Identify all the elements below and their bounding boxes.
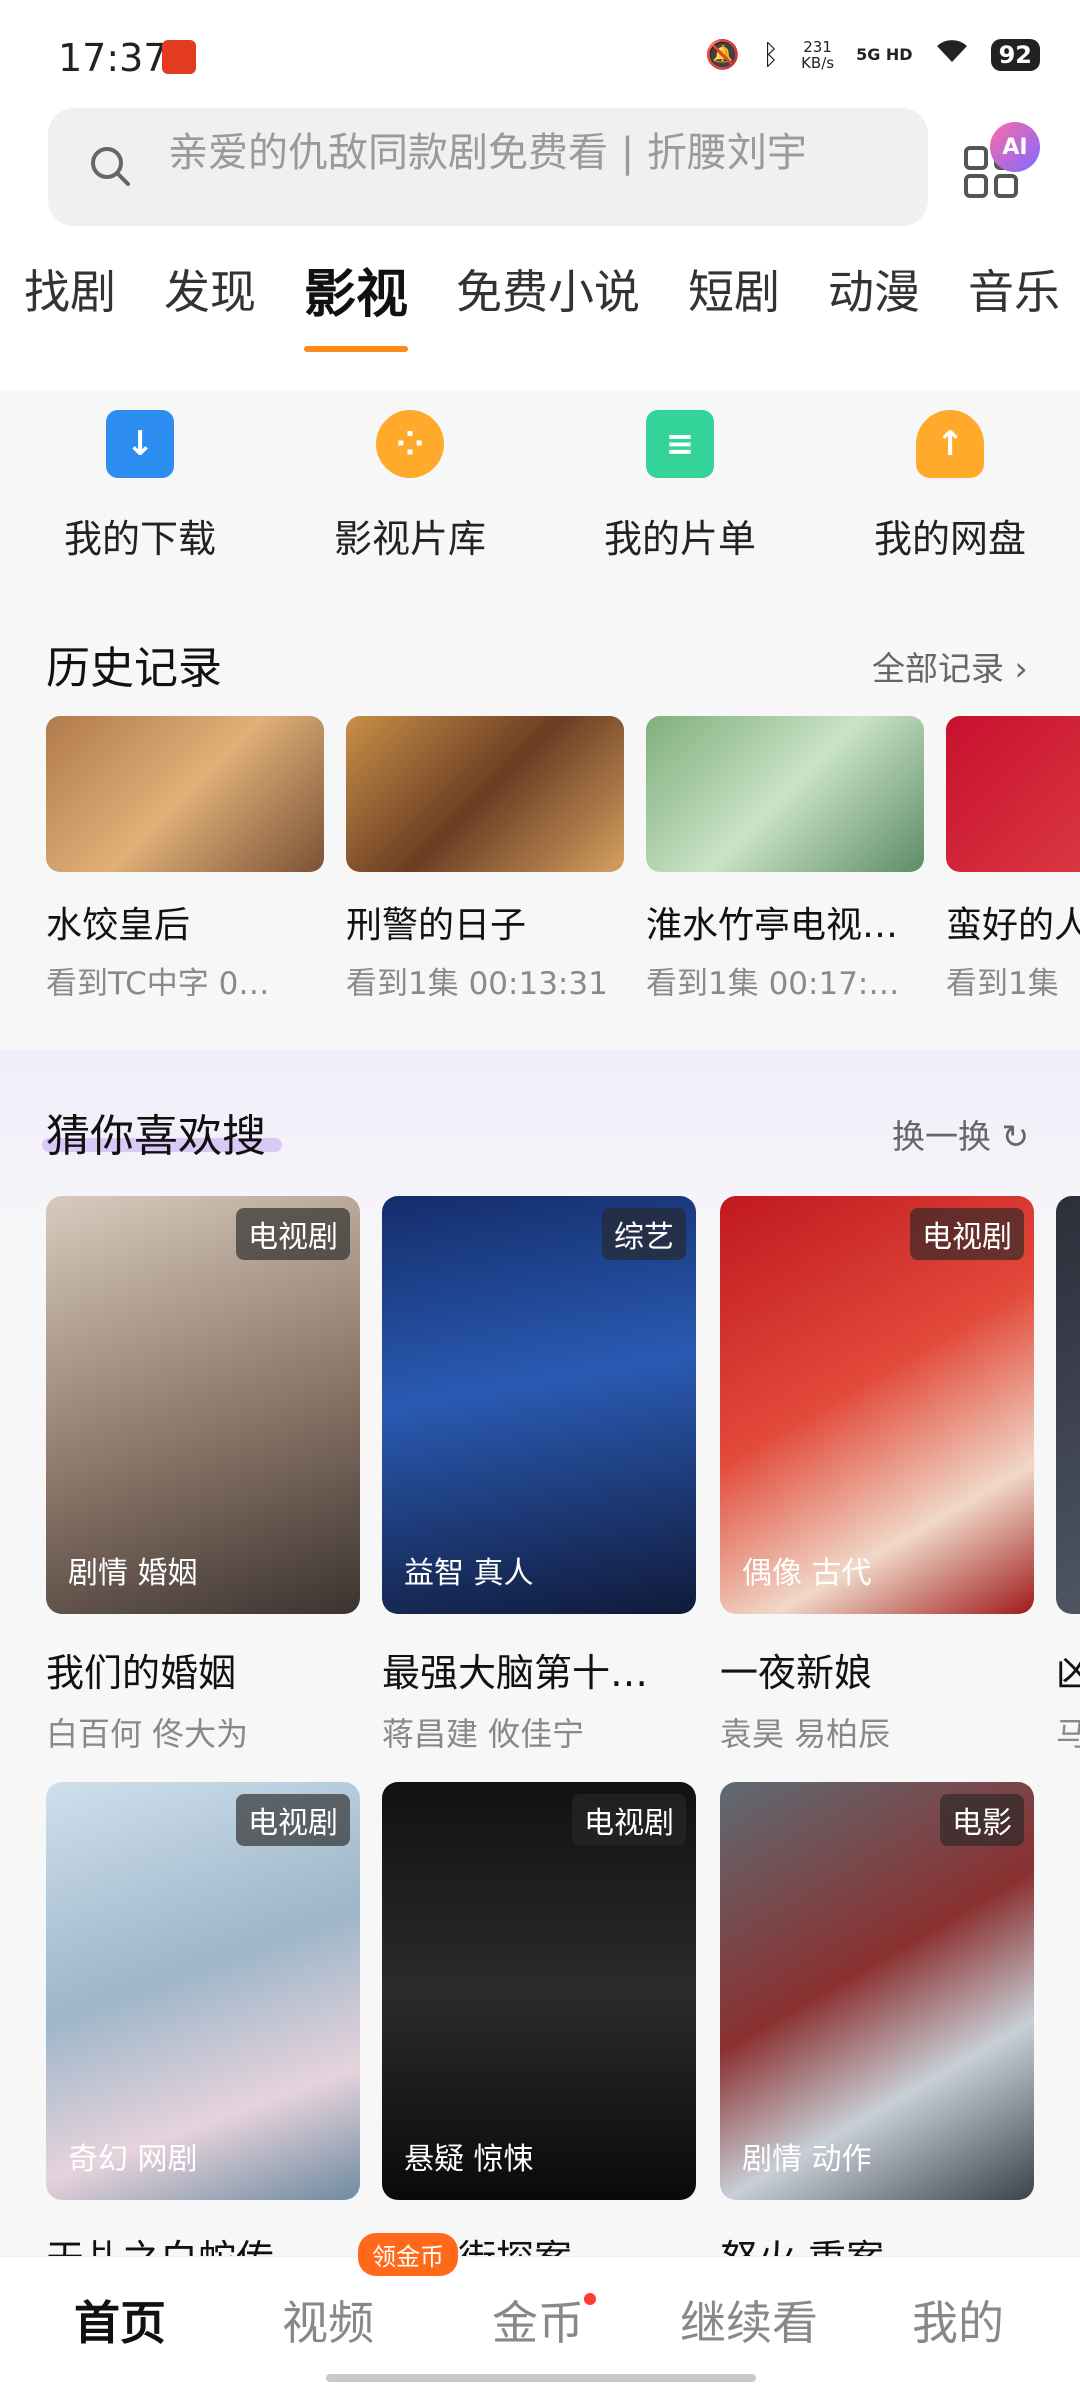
- bottom-navigation: 首页 视频 领金币 金币 继续看 我的: [0, 2233, 1080, 2388]
- nav-video[interactable]: 视频: [282, 2287, 374, 2353]
- ai-badge[interactable]: AI: [990, 122, 1040, 172]
- refresh-icon: ↻: [1001, 1117, 1030, 1156]
- nav-home[interactable]: 首页: [74, 2287, 166, 2353]
- search-placeholder: 亲爱的仇敌同款剧免费看 | 折腰刘宇: [168, 130, 807, 176]
- media-card[interactable]: 电视剧 悬疑 惊悚 唐人街探案: [382, 1782, 696, 2256]
- history-thumbnail: [346, 716, 624, 872]
- nav-me[interactable]: 我的: [912, 2287, 1004, 2353]
- history-list: 水饺皇后 看到TC中字 0… 刑警的日子 看到1集 00:13:31 淮水竹亭电…: [46, 716, 1080, 996]
- download-icon: ↓: [106, 410, 174, 478]
- history-item[interactable]: 淮水竹亭电视… 看到1集 00:17:…: [646, 716, 924, 996]
- media-card[interactable]: 综艺 益智 真人 最强大脑第十… 蒋昌建 攸佳宁: [382, 1196, 696, 1755]
- media-card[interactable]: 凶 马: [1056, 1196, 1080, 1755]
- poster: 综艺 益智 真人: [382, 1196, 696, 1614]
- refresh-button[interactable]: 换一换 ↻: [892, 1110, 1029, 1158]
- home-indicator[interactable]: [326, 2374, 756, 2382]
- battery-indicator: 92: [990, 38, 1040, 71]
- status-icons: 🔕 ᛒ 231 KB/s 5G HD 92: [705, 38, 1040, 71]
- history-thumbnail: [46, 716, 324, 872]
- poster: 电视剧 悬疑 惊悚: [382, 1782, 696, 2200]
- poster: 电影 剧情 动作: [720, 1782, 1034, 2200]
- media-card[interactable]: 电视剧 剧情 婚姻 我们的婚姻 白百何 佟大为: [46, 1196, 360, 1755]
- all-history-link[interactable]: 全部记录 ›: [872, 642, 1028, 690]
- status-time: 17:37: [58, 36, 168, 80]
- film-reel-icon: ⁘: [376, 410, 444, 478]
- poster: 电视剧 奇幻 网剧: [46, 1782, 360, 2200]
- tab-free-novel[interactable]: 免费小说: [456, 256, 640, 336]
- history-item[interactable]: 蛮好的人 看到1集: [946, 716, 1080, 996]
- bluetooth-icon: ᛒ: [762, 38, 780, 71]
- media-card[interactable]: 电视剧 奇幻 网剧 天乩之白蛇传…: [46, 1782, 360, 2256]
- tab-discover[interactable]: 发现: [164, 256, 256, 336]
- net-speed: 231 KB/s: [801, 37, 835, 72]
- tab-video[interactable]: 影视: [304, 252, 409, 352]
- signal-label: 5G HD: [856, 45, 913, 64]
- history-title: 历史记录: [46, 643, 222, 694]
- media-card[interactable]: 电影 剧情 动作 怒火·重案: [720, 1782, 1034, 2256]
- category-tabs: 找剧 发现 影视 免费小说 短剧 动漫 音乐: [24, 256, 1080, 352]
- shortcut-my-cloud[interactable]: ↑ 我的网盘: [820, 410, 1080, 580]
- poster: 电视剧 剧情 婚姻: [46, 1196, 360, 1614]
- nav-continue-watching[interactable]: 继续看: [680, 2287, 818, 2353]
- history-thumbnail: [646, 716, 924, 872]
- shortcut-my-downloads[interactable]: ↓ 我的下载: [10, 410, 270, 580]
- history-item[interactable]: 水饺皇后 看到TC中字 0…: [46, 716, 324, 996]
- cloud-upload-icon: ↑: [916, 410, 984, 478]
- poster: 电视剧 偶像 古代: [720, 1196, 1034, 1614]
- search-icon: [91, 147, 130, 186]
- list-icon: ≡: [646, 410, 714, 478]
- notification-dot: [584, 2293, 596, 2305]
- shortcut-row: ↓ 我的下载 ⁘ 影视片库 ≡ 我的片单 ↑ 我的网盘: [0, 410, 1080, 580]
- tab-anime[interactable]: 动漫: [828, 256, 920, 336]
- app-notification-icon: [162, 40, 196, 74]
- chevron-right-icon: ›: [1014, 649, 1028, 688]
- wifi-icon: [935, 38, 969, 71]
- recommendation-grid: 电视剧 剧情 婚姻 我们的婚姻 白百何 佟大为 综艺 益智 真人 最强大脑第十……: [46, 1196, 1080, 2256]
- media-card[interactable]: 电视剧 偶像 古代 一夜新娘 袁昊 易柏辰: [720, 1196, 1034, 1755]
- history-item[interactable]: 刑警的日子 看到1集 00:13:31: [346, 716, 624, 996]
- tab-short-drama[interactable]: 短剧: [688, 256, 780, 336]
- tab-find-drama[interactable]: 找剧: [24, 256, 116, 336]
- mute-icon: 🔕: [705, 38, 741, 71]
- history-thumbnail: [946, 716, 1080, 872]
- shortcut-film-library[interactable]: ⁘ 影视片库: [280, 410, 540, 580]
- coin-badge[interactable]: 领金币: [358, 2233, 458, 2276]
- guess-title: 猜你喜欢搜: [46, 1111, 266, 1162]
- nav-coins[interactable]: 金币: [492, 2287, 584, 2353]
- poster: [1056, 1196, 1080, 1614]
- search-bar[interactable]: 亲爱的仇敌同款剧免费看 | 折腰刘宇: [48, 108, 928, 226]
- shortcut-my-list[interactable]: ≡ 我的片单: [550, 410, 810, 580]
- status-bar: 17:37 🔕 ᛒ 231 KB/s 5G HD 92: [0, 0, 1080, 110]
- tab-music[interactable]: 音乐: [968, 256, 1060, 336]
